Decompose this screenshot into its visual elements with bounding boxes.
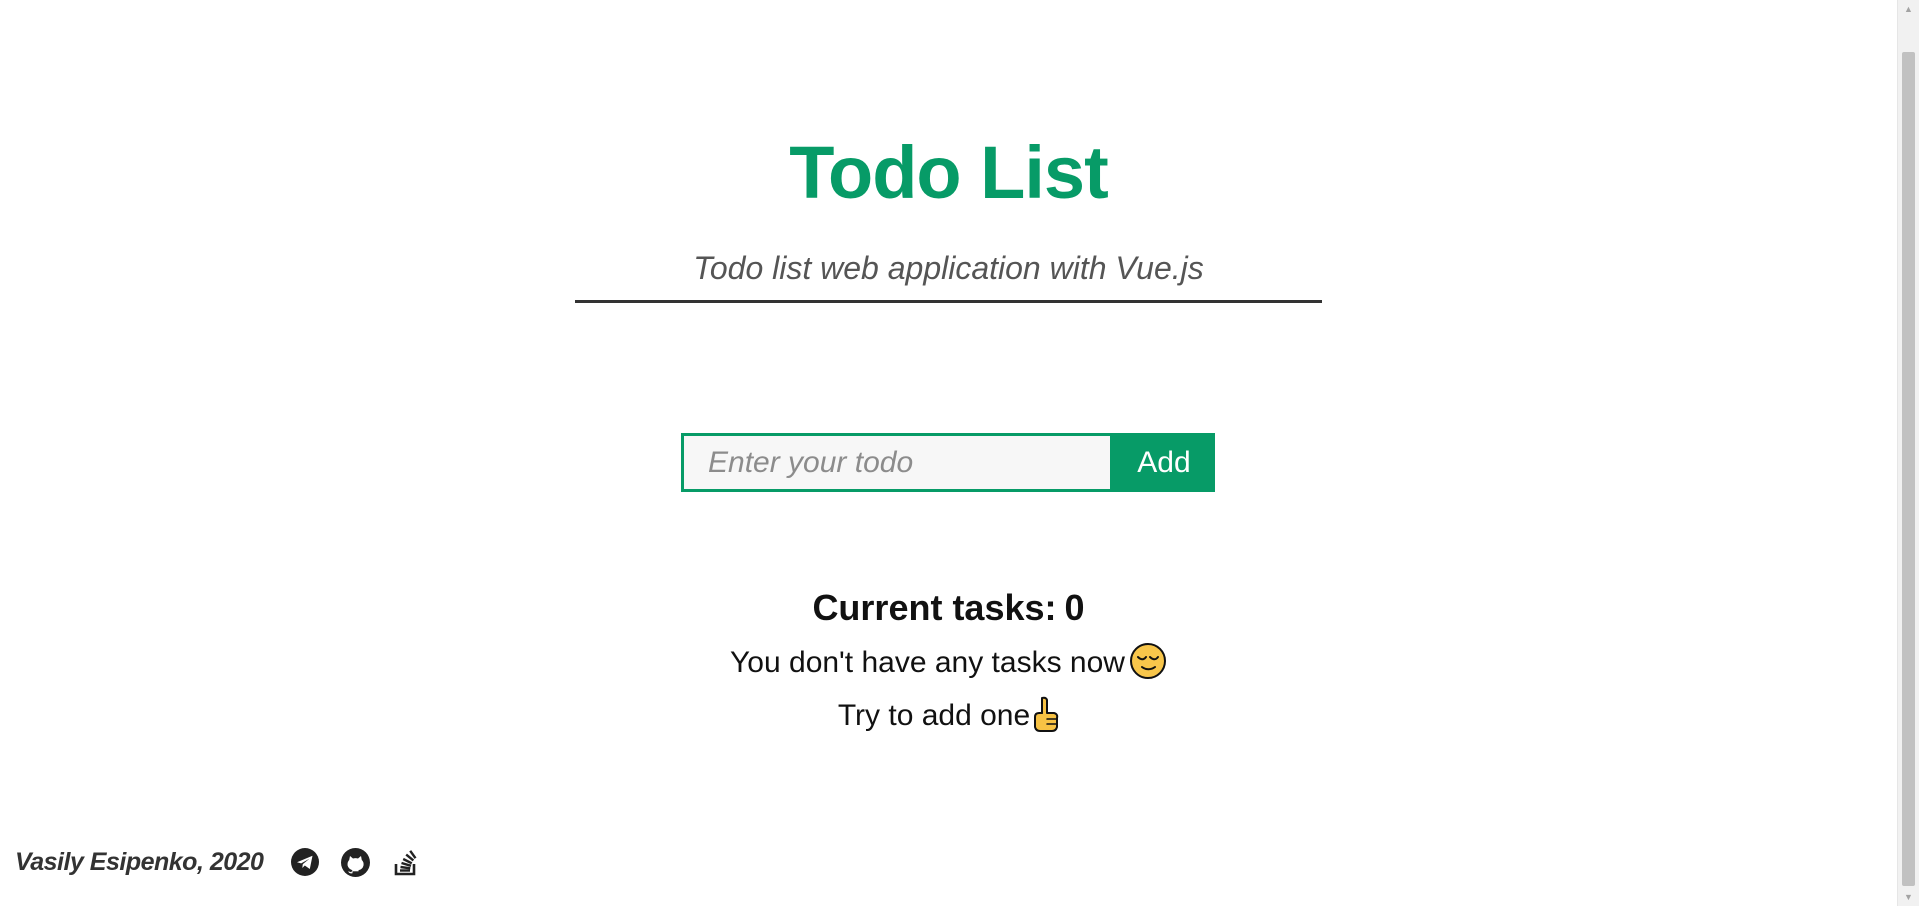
scroll-up-icon[interactable]: ▲	[1898, 0, 1919, 18]
github-icon[interactable]	[338, 845, 372, 879]
footer-author: Vasily Esipenko, 2020	[15, 847, 264, 876]
empty-state-line-1: You don't have any tasks now	[0, 640, 1897, 693]
todo-input[interactable]	[681, 433, 1113, 492]
current-tasks-label: Current tasks:	[812, 586, 1057, 628]
browser-viewport: Todo List Todo list web application with…	[0, 0, 1919, 906]
page-title: Todo List	[789, 130, 1108, 214]
empty-state-text-2: Try to add one	[837, 699, 1031, 732]
empty-state-text-1: You don't have any tasks now	[730, 646, 1125, 679]
scrollbar-thumb[interactable]	[1902, 52, 1915, 886]
scroll-down-icon[interactable]: ▼	[1898, 888, 1919, 906]
telegram-icon[interactable]	[288, 845, 322, 879]
pointing-up-icon	[1032, 696, 1059, 746]
todo-app: Todo List Todo list web application with…	[0, 0, 1897, 906]
vertical-scrollbar[interactable]: ▲ ▼	[1897, 0, 1919, 906]
page-subtitle: Todo list web application with Vue.js	[693, 250, 1204, 286]
current-tasks-count: 0	[1064, 586, 1085, 628]
page-footer: Vasily Esipenko, 2020	[15, 843, 438, 881]
header-divider	[575, 300, 1322, 303]
add-button[interactable]: Add	[1113, 433, 1215, 492]
stackoverflow-icon[interactable]	[388, 845, 422, 879]
current-tasks-heading: Current tasks: 0	[0, 585, 1897, 631]
todo-form: Add	[681, 433, 1215, 492]
empty-state-message: You don't have any tasks now Try to add …	[0, 640, 1897, 746]
relieved-face-icon	[1129, 642, 1167, 693]
empty-state-line-2: Try to add one	[0, 693, 1897, 746]
